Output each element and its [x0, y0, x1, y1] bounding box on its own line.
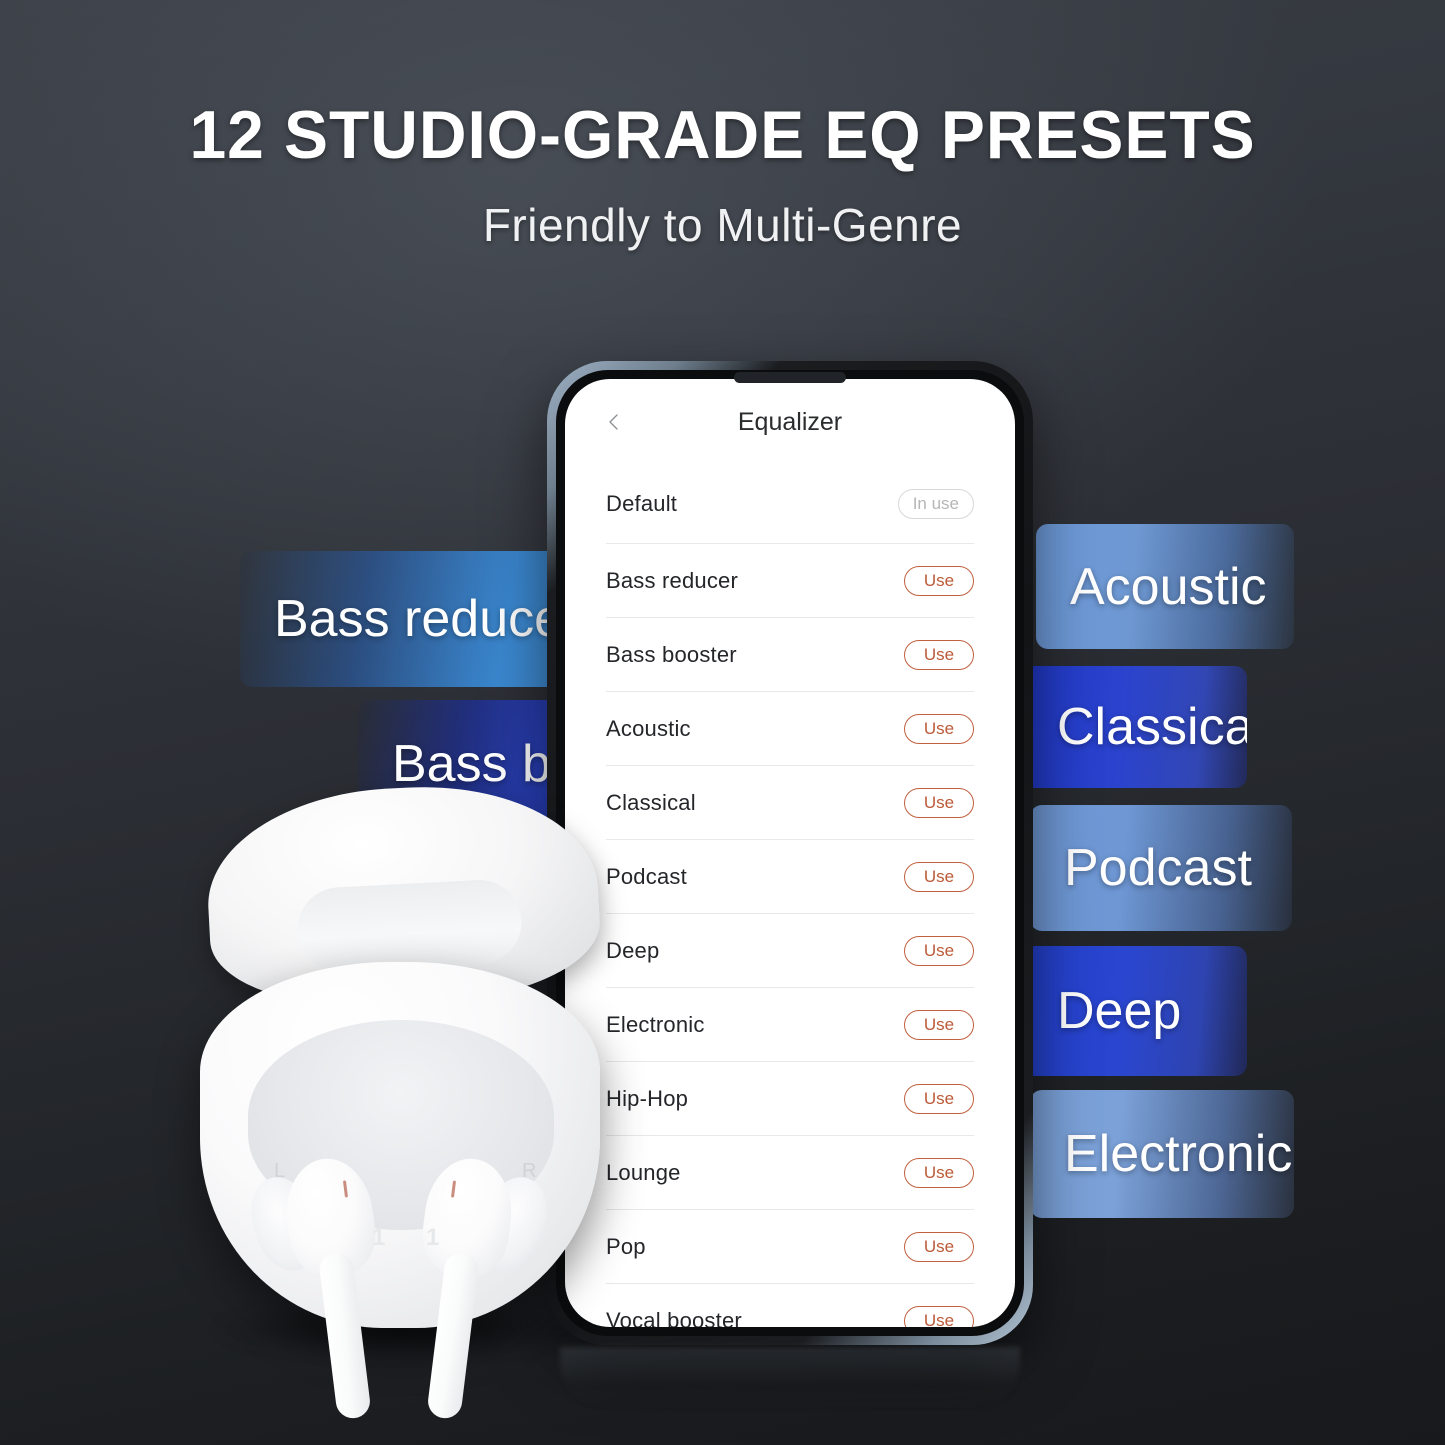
use-button[interactable]: Use — [904, 565, 974, 596]
preset-row-acoustic[interactable]: Acoustic Use — [606, 692, 974, 766]
preset-name: Acoustic — [606, 715, 691, 741]
use-button[interactable]: Use — [904, 1231, 974, 1262]
phone-earpiece-speaker — [734, 372, 846, 383]
use-button[interactable]: Use — [904, 1083, 974, 1114]
charging-case-body: L R 1 1 — [200, 962, 600, 1421]
use-button[interactable]: Use — [904, 787, 974, 818]
use-button[interactable]: Use — [904, 861, 974, 892]
preset-name: Bass reducer — [606, 567, 739, 593]
preset-row-pop[interactable]: Pop Use — [606, 1210, 974, 1284]
genre-card-classical: Classical — [1023, 666, 1247, 788]
genre-card-podcast: Podcast — [1030, 805, 1292, 931]
preset-row-bass-reducer[interactable]: Bass reducer Use — [606, 544, 974, 618]
brand-logo-right: 1 — [426, 1224, 440, 1251]
earbud-stem — [426, 1252, 481, 1421]
preset-row-classical[interactable]: Classical Use — [606, 766, 974, 840]
earbuds-product-image: L R 1 1 — [190, 777, 630, 1421]
preset-name: Default — [606, 491, 678, 516]
genre-card-acoustic: Acoustic — [1036, 524, 1294, 649]
phone-reflection — [560, 1347, 1020, 1411]
page-title: 12 STUDIO-GRADE EQ PRESETS — [189, 97, 1256, 173]
use-button[interactable]: Use — [904, 639, 974, 670]
lid-inner-panel — [295, 877, 524, 974]
genre-card-deep: Deep — [1023, 946, 1247, 1076]
use-button[interactable]: Use — [904, 935, 974, 966]
preset-row-default[interactable]: Default In use — [606, 465, 974, 544]
preset-row-hip-hop[interactable]: Hip-Hop Use — [606, 1062, 974, 1136]
chevron-left-icon[interactable] — [606, 414, 622, 430]
product-marketing-image: 12 STUDIO-GRADE EQ PRESETS Friendly to M… — [0, 0, 1445, 1445]
preset-row-vocal-booster[interactable]: Vocal booster Use — [606, 1284, 974, 1327]
equalizer-preset-list: Default In use Bass reducer Use Bass boo… — [565, 465, 1015, 1327]
in-use-badge: In use — [897, 489, 974, 519]
preset-row-electronic[interactable]: Electronic Use — [606, 988, 974, 1062]
genre-card-label: Bass reducer — [274, 590, 581, 648]
preset-row-bass-booster[interactable]: Bass booster Use — [606, 618, 974, 692]
genre-card-label: Podcast — [1064, 839, 1252, 897]
screen-title: Equalizer — [737, 407, 843, 436]
use-button[interactable]: Use — [904, 1009, 974, 1040]
genre-card-label: Acoustic — [1070, 557, 1267, 616]
preset-row-podcast[interactable]: Podcast Use — [606, 840, 974, 914]
app-header: Equalizer — [565, 379, 1015, 465]
use-button[interactable]: Use — [904, 1305, 974, 1327]
page-subtitle: Friendly to Multi-Genre — [482, 199, 963, 251]
genre-card-label: Electronic — [1064, 1125, 1293, 1183]
use-button[interactable]: Use — [904, 713, 974, 744]
preset-row-deep[interactable]: Deep Use — [606, 914, 974, 988]
genre-card-electronic: Electronic — [1030, 1090, 1294, 1218]
brand-logo-left: 1 — [372, 1224, 386, 1251]
genre-card-label: Deep — [1057, 982, 1182, 1040]
preset-row-lounge[interactable]: Lounge Use — [606, 1136, 974, 1210]
use-button[interactable]: Use — [904, 1157, 974, 1188]
phone-screen: Equalizer Default In use Bass reducer Us… — [565, 379, 1015, 1327]
genre-card-label: Classical — [1057, 698, 1247, 756]
earbud-stem — [317, 1252, 372, 1421]
right-bud-marker: R — [522, 1160, 537, 1182]
preset-name: Bass booster — [606, 641, 737, 667]
